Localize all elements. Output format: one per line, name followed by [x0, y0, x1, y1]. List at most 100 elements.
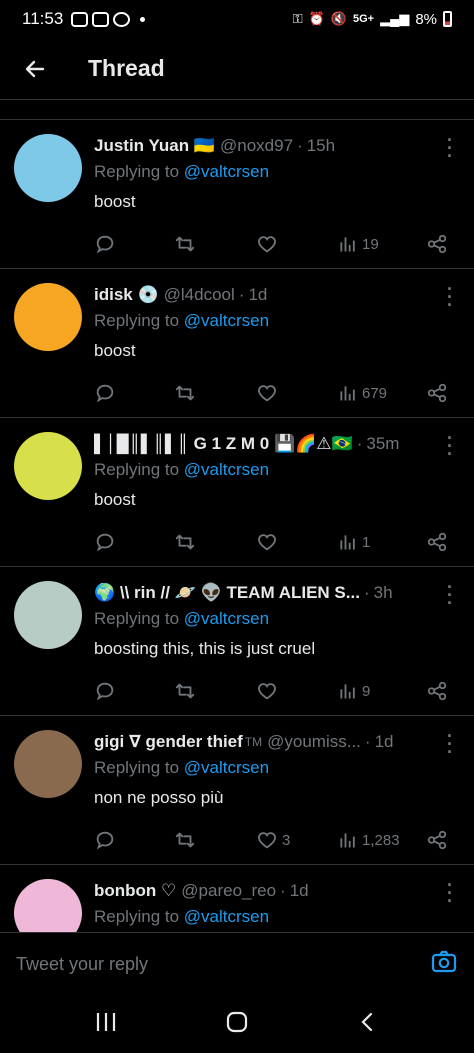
tweet-actions: 19 [94, 220, 458, 268]
reply-icon [94, 382, 116, 404]
timestamp[interactable]: 35m [366, 434, 399, 454]
retweet-button[interactable] [174, 382, 256, 404]
timestamp[interactable]: 15h [307, 136, 335, 156]
view-count: 19 [362, 235, 379, 253]
retweet-button[interactable] [174, 680, 256, 702]
avatar[interactable] [14, 432, 82, 500]
more-options-icon[interactable]: · · · [446, 876, 454, 910]
like-button[interactable] [256, 382, 338, 404]
user-handle[interactable]: @l4dcool [164, 285, 235, 305]
tweet[interactable]: · · · idisk 💿 @l4dcool · 1d Replying to @valtcr… [0, 269, 474, 418]
back-nav-button[interactable] [356, 1010, 380, 1039]
avatar[interactable] [14, 283, 82, 351]
like-button[interactable] [256, 233, 338, 255]
user-handle[interactable]: @pareo_reo [181, 881, 276, 901]
replying-to: Replying to @valtcrsen [94, 460, 458, 484]
views-button[interactable]: 679 [338, 383, 424, 403]
tweet[interactable]: · · · Justin Yuan 🇺🇦 @noxd97 · 15h Replying to … [0, 120, 474, 269]
views-button[interactable]: 9 [338, 681, 424, 701]
more-options-icon[interactable]: · · · [446, 429, 454, 463]
user-handle[interactable]: @noxd97 [220, 136, 293, 156]
avatar[interactable] [14, 730, 82, 798]
battery-percent: 8% [415, 10, 437, 28]
analytics-icon [338, 234, 358, 254]
tweet-text: non ne posso più [94, 786, 458, 810]
tweet[interactable]: · · · 🌍 \\ rin // 🪐 👽 TEAM ALIEN S... · 3h Rep… [0, 567, 474, 716]
more-options-icon[interactable]: · · · [446, 131, 454, 165]
view-count: 9 [362, 682, 371, 700]
tweet-header: bonbon ♡ @pareo_reo · 1d [94, 879, 458, 903]
share-button[interactable] [426, 680, 448, 702]
more-options-icon[interactable]: · · · [446, 280, 454, 314]
mention-link[interactable]: @valtcrsen [184, 609, 269, 628]
retweet-icon [174, 382, 196, 404]
reply-button[interactable] [94, 233, 174, 255]
replying-prefix: Replying to [94, 460, 180, 479]
tweet-text: boost [94, 190, 458, 214]
timestamp[interactable]: 1d [290, 881, 309, 901]
timestamp[interactable]: 3h [374, 583, 393, 603]
tweet[interactable]: · · · gigi ∇ gender thief TM @youmiss... · 1d Re… [0, 716, 474, 865]
mention-link[interactable]: @valtcrsen [184, 162, 269, 181]
retweet-icon [174, 233, 196, 255]
display-name[interactable]: ▌│█║▌║▌║ G 1 Z M 0 💾🌈⚠🇧🇷 [94, 434, 353, 454]
tweet-text-line: boost [94, 341, 136, 360]
retweet-button[interactable] [174, 233, 256, 255]
recents-button[interactable] [94, 1011, 118, 1038]
analytics-icon [338, 532, 358, 552]
camera-button[interactable] [430, 948, 458, 981]
more-options-icon[interactable]: · · · [446, 578, 454, 612]
mention-link[interactable]: @valtcrsen [184, 311, 269, 330]
share-button[interactable] [426, 829, 448, 851]
reply-icon [94, 233, 116, 255]
like-button[interactable] [256, 680, 338, 702]
tweet-text: boost [94, 488, 458, 512]
reply-button[interactable] [94, 680, 174, 702]
thread-feed[interactable]: · · · Justin Yuan 🇺🇦 @noxd97 · 15h Replying to … [0, 120, 474, 932]
views-button[interactable]: 1 [338, 532, 424, 552]
share-button[interactable] [426, 233, 448, 255]
like-button[interactable] [256, 531, 338, 553]
replying-prefix: Replying to [94, 907, 180, 926]
share-button[interactable] [426, 382, 448, 404]
timestamp[interactable]: 1d [248, 285, 267, 305]
retweet-button[interactable] [174, 531, 256, 553]
chat-icon [113, 11, 131, 27]
tweet[interactable]: · · · ▌│█║▌║▌║ G 1 Z M 0 💾🌈⚠🇧🇷 · 35m Replying … [0, 418, 474, 567]
reply-button[interactable] [94, 531, 174, 553]
reply-button[interactable] [94, 382, 174, 404]
mention-link[interactable]: @valtcrsen [184, 460, 269, 479]
share-button[interactable] [426, 531, 448, 553]
avatar[interactable] [14, 879, 82, 932]
home-button[interactable] [225, 1010, 249, 1039]
avatar[interactable] [14, 134, 82, 202]
separator: · [356, 434, 363, 453]
views-button[interactable]: 1,283 [338, 830, 424, 850]
timestamp[interactable]: 1d [375, 732, 394, 752]
back-button[interactable] [0, 38, 70, 100]
tweet[interactable]: · · · bonbon ♡ @pareo_reo · 1d Replying to @val… [0, 865, 474, 932]
tweet-text-line: boost [94, 490, 136, 509]
reply-input[interactable] [16, 954, 430, 975]
user-handle[interactable]: @youmiss... [267, 732, 361, 752]
name-suffix: TM [244, 735, 263, 749]
display-name[interactable]: 🌍 \\ rin // 🪐 👽 TEAM ALIEN S... [94, 583, 360, 603]
tweet-actions: 679 [94, 369, 458, 417]
display-name[interactable]: idisk 💿 [94, 285, 159, 305]
more-options-icon[interactable]: · · · [446, 727, 454, 761]
like-button[interactable]: 3 [256, 829, 338, 851]
mention-link[interactable]: @valtcrsen [184, 907, 269, 926]
views-button[interactable]: 19 [338, 234, 424, 254]
heart-icon [256, 382, 278, 404]
display-name[interactable]: Justin Yuan 🇺🇦 [94, 136, 215, 156]
reply-icon [94, 829, 116, 851]
avatar[interactable] [14, 581, 82, 649]
app-header: Thread [0, 38, 474, 100]
display-name[interactable]: gigi ∇ gender thief [94, 732, 243, 752]
mention-link[interactable]: @valtcrsen [184, 758, 269, 777]
separator: · [363, 583, 370, 602]
reply-button[interactable] [94, 829, 174, 851]
retweet-button[interactable] [174, 829, 256, 851]
display-name[interactable]: bonbon ♡ [94, 881, 176, 901]
chevron-left-icon [361, 1012, 373, 1032]
